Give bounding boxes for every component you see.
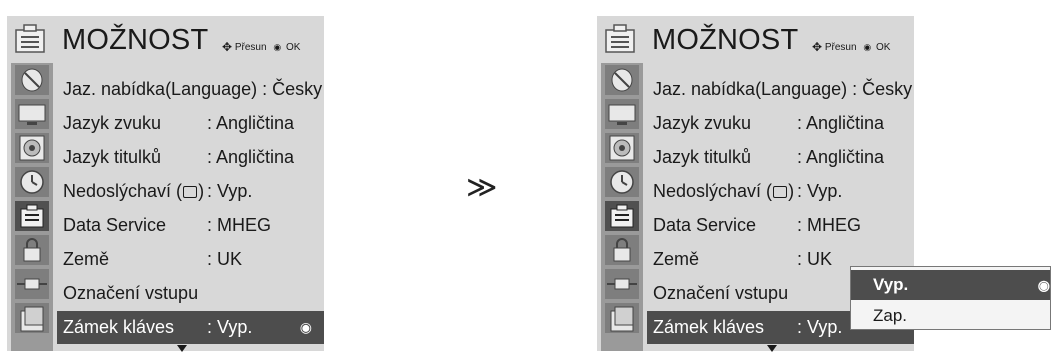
usb-photo-icon[interactable] xyxy=(605,303,639,333)
options-menu-panel: MOŽNOST ✥ Přesun ◉ OK Jaz. nabídka(Langu… xyxy=(7,16,324,352)
dropdown-option-on[interactable]: Zap. xyxy=(851,301,1050,331)
ok-radio-icon: ◉ xyxy=(1037,277,1050,293)
menu-item-value: Angličtina xyxy=(806,113,885,133)
menu-item-audio-language[interactable]: Jazyk zvuku: Angličtina xyxy=(647,107,914,140)
menu-item-label: Data Service xyxy=(63,215,167,235)
menu-item-value: Česky xyxy=(862,79,913,99)
menu-item-label: Zámek kláves xyxy=(653,317,765,337)
menu-item-value: MHEG xyxy=(217,215,272,235)
ok-hint-label: OK xyxy=(285,42,301,53)
menu-item-label: Označení vstupu xyxy=(63,283,199,303)
option-menu-icon xyxy=(603,21,637,55)
speaker-icon[interactable] xyxy=(605,133,639,163)
menu-item-label: Jaz. nabídka(Language) xyxy=(63,79,258,99)
menu-item-label: Země xyxy=(653,249,700,269)
menu-item-value: Vyp. xyxy=(217,181,253,201)
monitor-icon[interactable] xyxy=(15,99,49,129)
menu-item-value: Angličtina xyxy=(216,147,295,167)
menu-item-label: Označení vstupu xyxy=(653,283,789,303)
menu-item-input-label[interactable]: Označení vstupu xyxy=(57,277,324,310)
move-hint-label: Přesun xyxy=(824,42,857,53)
option-menu-icon[interactable] xyxy=(15,201,49,231)
lock-icon[interactable] xyxy=(605,235,639,265)
move-arrows-icon: ✥ xyxy=(222,40,233,54)
menu-item-value: Angličtina xyxy=(806,147,885,167)
navigation-hint: ✥ Přesun ◉ OK xyxy=(222,40,300,54)
menu-item-label: Data Service xyxy=(653,215,757,235)
menu-item-value: Vyp. xyxy=(217,317,253,337)
satellite-dish-icon[interactable] xyxy=(15,65,49,95)
menu-item-menu-language[interactable]: Jaz. nabídka(Language) : Česky xyxy=(57,73,324,106)
menu-item-key-lock[interactable]: Zámek kláves: Vyp. ◉ xyxy=(57,311,324,344)
category-icon-column xyxy=(601,63,643,351)
menu-item-label: Jaz. nabídka(Language) xyxy=(653,79,848,99)
menu-item-data-service[interactable]: Data Service: MHEG xyxy=(647,209,914,242)
menu-item-value: Vyp. xyxy=(807,317,843,337)
satellite-dish-icon[interactable] xyxy=(605,65,639,95)
input-plug-icon[interactable] xyxy=(605,269,639,299)
menu-item-country[interactable]: Země: UK xyxy=(57,243,324,276)
dropdown-option-label: Zap. xyxy=(873,306,908,325)
menu-item-label: Jazyk zvuku xyxy=(63,113,162,133)
menu-item-label: Jazyk titulků xyxy=(653,147,752,167)
subtitle-icon xyxy=(183,186,198,198)
option-menu-icon[interactable] xyxy=(605,201,639,231)
menu-item-audio-language[interactable]: Jazyk zvuku: Angličtina xyxy=(57,107,324,140)
navigation-hint: ✥ Přesun ◉ OK xyxy=(812,40,890,54)
clock-icon[interactable] xyxy=(605,167,639,197)
menu-item-label: Nedoslýchaví ( xyxy=(63,181,183,201)
menu-item-value: UK xyxy=(807,249,833,269)
menu-item-label: Nedoslýchaví ( xyxy=(653,181,773,201)
monitor-icon[interactable] xyxy=(605,99,639,129)
speaker-icon[interactable] xyxy=(15,133,49,163)
menu-header: MOŽNOST ✥ Přesun ◉ OK xyxy=(597,16,914,61)
usb-photo-icon[interactable] xyxy=(15,303,49,333)
menu-item-label: Jazyk zvuku xyxy=(653,113,752,133)
key-lock-dropdown: Vyp. ◉ Zap. xyxy=(850,266,1051,330)
input-plug-icon[interactable] xyxy=(15,269,49,299)
category-icon-column xyxy=(11,63,53,351)
ok-button-icon: ◉ xyxy=(273,42,282,52)
ok-hint-label: OK xyxy=(875,42,891,53)
menu-item-data-service[interactable]: Data Service: MHEG xyxy=(57,209,324,242)
menu-item-value: UK xyxy=(217,249,243,269)
menu-item-hard-of-hearing[interactable]: Nedoslýchaví (): Vyp. xyxy=(647,175,914,208)
menu-item-label: Země xyxy=(63,249,110,269)
ok-button-icon: ◉ xyxy=(863,42,872,52)
menu-item-label: Zámek kláves xyxy=(63,317,175,337)
menu-item-value: Angličtina xyxy=(216,113,295,133)
menu-item-menu-language[interactable]: Jaz. nabídka(Language) : Česky xyxy=(647,73,914,106)
menu-header: MOŽNOST ✥ Přesun ◉ OK xyxy=(7,16,324,61)
menu-item-subtitle-language[interactable]: Jazyk titulků: Angličtina xyxy=(647,141,914,174)
option-menu-icon xyxy=(13,21,47,55)
menu-item-value: MHEG xyxy=(807,215,862,235)
subtitle-icon xyxy=(773,186,788,198)
menu-item-subtitle-language[interactable]: Jazyk titulků: Angličtina xyxy=(57,141,324,174)
clock-icon[interactable] xyxy=(15,167,49,197)
menu-item-value: Vyp. xyxy=(807,181,843,201)
dropdown-option-label: Vyp. xyxy=(873,275,909,294)
menu-item-hard-of-hearing[interactable]: Nedoslýchaví (): Vyp. xyxy=(57,175,324,208)
page-title: MOŽNOST xyxy=(62,24,209,56)
menu-item-label: Jazyk titulků xyxy=(63,147,162,167)
lock-icon[interactable] xyxy=(15,235,49,265)
dropdown-option-off[interactable]: Vyp. ◉ xyxy=(851,270,1050,300)
menu-item-value: Česky xyxy=(272,79,323,99)
page-title: MOŽNOST xyxy=(652,24,799,56)
next-step-arrow: ≫ xyxy=(466,171,498,204)
ok-radio-icon: ◉ xyxy=(299,319,312,335)
move-arrows-icon: ✥ xyxy=(812,40,823,54)
move-hint-label: Přesun xyxy=(234,42,267,53)
